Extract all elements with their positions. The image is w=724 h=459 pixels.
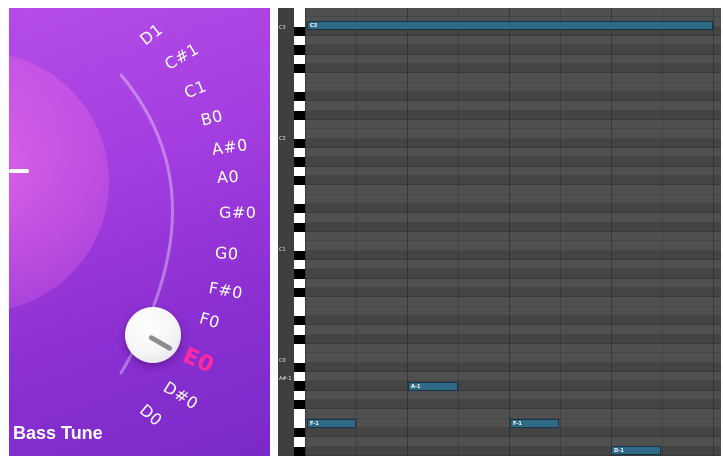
panel-title: Bass Tune xyxy=(13,423,103,443)
grid-lane xyxy=(305,306,721,316)
grid-lane xyxy=(305,315,721,326)
tune-arc xyxy=(119,73,174,375)
beat-line xyxy=(560,8,561,456)
piano-black-key[interactable] xyxy=(294,157,305,167)
grid-lane xyxy=(305,82,721,92)
midi-note[interactable]: A-1 xyxy=(408,382,458,391)
grid-lane xyxy=(305,399,721,410)
grid-lane xyxy=(305,157,721,167)
grid-lane xyxy=(305,138,721,148)
octave-label: C0 xyxy=(279,358,286,364)
midi-note[interactable]: F-1 xyxy=(510,419,559,428)
grid-lane xyxy=(305,54,721,64)
grid-lane xyxy=(305,259,721,270)
note-label-gsharp0[interactable]: G#0 xyxy=(219,203,256,222)
grid-lane xyxy=(305,175,721,186)
grid-lane xyxy=(305,353,721,363)
midi-note[interactable]: C3 xyxy=(307,21,713,30)
midi-note[interactable]: D-1 xyxy=(611,446,661,455)
grid-lane xyxy=(305,269,721,279)
grid-lane xyxy=(305,213,721,223)
grid-lane xyxy=(305,35,721,46)
grid-lane xyxy=(305,381,721,391)
piano-roll[interactable]: C3 C2 C1 C0 A#-1 C3 A-1 F-1 F-1 D-1 xyxy=(278,8,721,456)
grid-lane xyxy=(305,129,721,139)
piano-black-key[interactable] xyxy=(294,287,305,298)
beat-line xyxy=(305,8,306,456)
piano-black-key[interactable] xyxy=(294,45,305,55)
piano-black-key[interactable] xyxy=(294,334,305,344)
midi-note-label: F-1 xyxy=(513,421,522,427)
note-label-a0[interactable]: A0 xyxy=(217,167,240,187)
beat-line xyxy=(713,8,714,456)
piano-black-key[interactable] xyxy=(294,399,305,410)
tune-indicator-icon xyxy=(9,169,29,173)
note-label-g0[interactable]: G0 xyxy=(214,243,239,264)
piano-black-key[interactable] xyxy=(294,91,305,102)
piano-black-key[interactable] xyxy=(294,269,305,279)
octave-label: C3 xyxy=(279,25,286,31)
beat-line xyxy=(458,8,459,456)
bass-tune-panel: D1 C#1 C1 B0 A#0 A0 G#0 G0 F#0 F0 E0 D#0 D0 Bass Tun… xyxy=(9,8,270,456)
grid-lane xyxy=(305,371,721,382)
grid-lane xyxy=(305,250,721,260)
piano-black-key[interactable] xyxy=(294,362,305,372)
bass-tune-knob[interactable] xyxy=(125,307,181,363)
grid-lane xyxy=(305,297,721,307)
octave-label: C2 xyxy=(279,136,286,142)
grid-lane xyxy=(305,147,721,158)
grid-lane xyxy=(305,110,721,120)
grid-lane xyxy=(305,334,721,344)
grid-lane xyxy=(305,409,721,419)
beat-line xyxy=(509,8,510,456)
grid-lane xyxy=(305,241,721,251)
grid-lane xyxy=(305,101,721,111)
grid-lane xyxy=(305,278,721,288)
grid-lane xyxy=(305,427,721,438)
grid-lane xyxy=(305,73,721,83)
midi-note[interactable]: F-1 xyxy=(307,419,356,428)
piano-black-key[interactable] xyxy=(294,138,305,148)
piano-black-key[interactable] xyxy=(294,26,305,36)
beat-line xyxy=(611,8,612,456)
knob-pointer-icon xyxy=(148,334,174,352)
grid-lane xyxy=(305,362,721,372)
grid-lane xyxy=(305,287,721,298)
beat-line xyxy=(356,8,357,456)
grid-lane xyxy=(305,325,721,335)
grid-lane xyxy=(305,194,721,204)
grid-lane xyxy=(305,203,721,214)
piano-black-key[interactable] xyxy=(294,427,305,438)
grid-lane xyxy=(305,343,721,354)
octave-label: C1 xyxy=(279,247,286,253)
octave-label: A#-1 xyxy=(279,376,292,382)
grid-lane xyxy=(305,222,721,232)
piano-black-key[interactable] xyxy=(294,381,305,391)
piano-black-key[interactable] xyxy=(294,446,305,456)
piano-black-key[interactable] xyxy=(294,250,305,260)
grid-lane xyxy=(305,185,721,195)
note-grid[interactable]: C3 A-1 F-1 F-1 D-1 xyxy=(305,8,721,456)
piano-black-key[interactable] xyxy=(294,203,305,214)
grid-lane xyxy=(305,166,721,176)
grid-lane xyxy=(305,390,721,400)
piano-keyboard[interactable] xyxy=(294,8,305,456)
grid-lane xyxy=(305,63,721,74)
beat-line xyxy=(662,8,663,456)
midi-note-label: D-1 xyxy=(614,448,624,454)
octave-label-strip: C3 C2 C1 C0 A#-1 xyxy=(278,8,294,456)
piano-black-key[interactable] xyxy=(294,175,305,186)
grid-lane xyxy=(305,231,721,242)
piano-black-key[interactable] xyxy=(294,315,305,326)
piano-black-key[interactable] xyxy=(294,110,305,120)
midi-note-label: F-1 xyxy=(310,421,319,427)
grid-lane xyxy=(305,8,721,18)
grid-lane xyxy=(305,119,721,130)
grid-lane xyxy=(305,45,721,55)
midi-note-label: C3 xyxy=(310,23,318,29)
piano-black-key[interactable] xyxy=(294,222,305,232)
midi-note-label: A-1 xyxy=(411,384,421,390)
piano-black-key[interactable] xyxy=(294,63,305,74)
grid-lane xyxy=(305,91,721,102)
